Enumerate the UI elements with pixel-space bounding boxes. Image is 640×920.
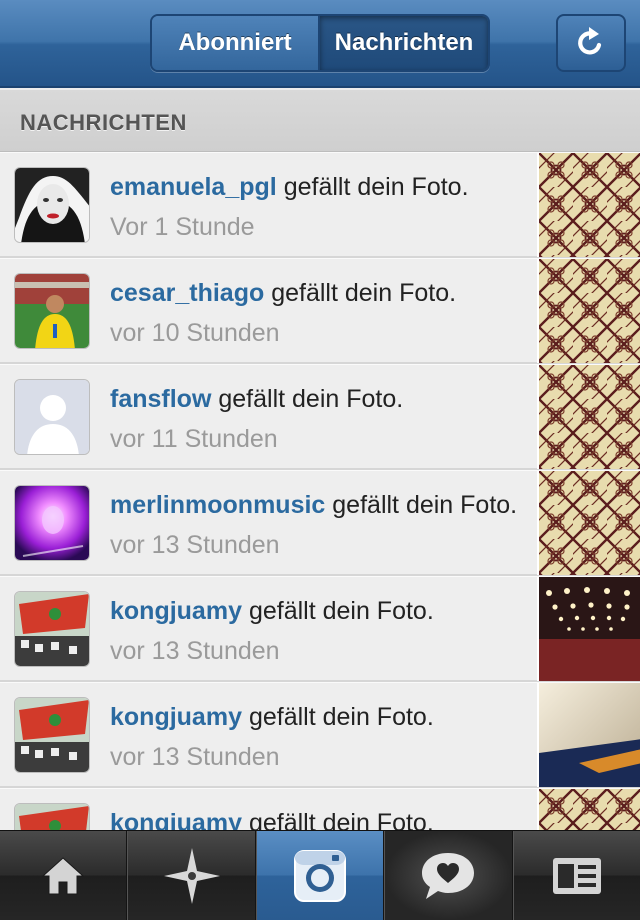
notification-list[interactable]: emanuela_pgl gefällt dein Foto. Vor 1 St… [0,152,640,830]
photo-thumbnail[interactable] [537,153,640,257]
tab-profile[interactable] [512,831,640,920]
top-navigation-bar: Abonniert Nachrichten [0,0,640,88]
photo-thumbnail[interactable] [537,365,640,469]
notification-time: vor 13 Stunden [110,637,280,665]
notification-text: kongjuamy gefällt dein Foto. vor 13 Stun… [110,697,522,777]
notification-row[interactable]: emanuela_pgl gefällt dein Foto. Vor 1 St… [0,152,640,258]
notification-action: gefällt dein Foto. [248,703,434,731]
avatar[interactable] [14,379,90,455]
username-link[interactable]: kongjuamy [110,703,242,731]
notification-time: vor 13 Stunden [110,743,280,771]
photo-thumbnail[interactable] [537,789,640,830]
notification-row[interactable]: merlinmoonmusic gefällt dein Foto. vor 1… [0,470,640,576]
notification-action: gefällt dein Foto. [248,597,434,625]
notification-text: merlinmoonmusic gefällt dein Foto. vor 1… [110,485,522,565]
feed-segmented-control: Abonniert Nachrichten [150,14,490,72]
username-link[interactable]: cesar_thiago [110,279,264,307]
notification-time: vor 13 Stunden [110,531,280,559]
notification-action: gefällt dein Foto. [271,279,457,307]
notification-text: kongjuamy gefällt dein Foto. [110,803,522,830]
segment-nachrichten[interactable]: Nachrichten [320,16,488,70]
refresh-button[interactable] [556,14,626,72]
notification-text: kongjuamy gefällt dein Foto. vor 13 Stun… [110,591,522,671]
tab-home[interactable] [0,831,128,920]
news-heart-bubble-icon [422,852,475,899]
explore-star-icon [163,847,220,904]
tab-camera[interactable] [255,831,385,920]
notification-time: vor 10 Stunden [110,319,280,347]
username-link[interactable]: fansflow [110,385,211,413]
photo-thumbnail[interactable] [537,683,640,787]
avatar[interactable] [14,591,90,667]
tab-news[interactable] [384,831,513,920]
photo-thumbnail[interactable] [537,259,640,363]
notification-row[interactable]: kongjuamy gefällt dein Foto. [0,788,640,830]
avatar[interactable] [14,803,90,830]
notification-action: gefällt dein Foto. [248,809,434,830]
username-link[interactable]: merlinmoonmusic [110,491,325,519]
notification-action: gefällt dein Foto. [218,385,404,413]
refresh-icon [578,27,602,55]
camera-icon [294,849,347,902]
photo-thumbnail[interactable] [537,471,640,575]
notification-row[interactable]: kongjuamy gefällt dein Foto. vor 13 Stun… [0,682,640,788]
username-link[interactable]: kongjuamy [110,809,242,830]
photo-thumbnail[interactable] [537,577,640,681]
notification-text: cesar_thiago gefällt dein Foto. vor 10 S… [110,273,522,353]
tab-explore[interactable] [127,831,256,920]
notification-time: Vor 1 Stunde [110,213,255,241]
profile-card-icon [552,857,601,894]
section-header: NACHRICHTEN [0,90,640,152]
section-title: NACHRICHTEN [20,110,187,135]
username-link[interactable]: emanuela_pgl [110,173,277,201]
notification-action: gefällt dein Foto. [332,491,518,519]
notification-time: vor 11 Stunden [110,425,278,453]
avatar[interactable] [14,273,90,349]
notification-row[interactable]: kongjuamy gefällt dein Foto. vor 13 Stun… [0,576,640,682]
notification-text: fansflow gefällt dein Foto. vor 11 Stund… [110,379,522,459]
home-icon [41,856,85,894]
avatar[interactable] [14,485,90,561]
segment-abonniert[interactable]: Abonniert [152,16,320,70]
notification-row[interactable]: cesar_thiago gefällt dein Foto. vor 10 S… [0,258,640,364]
notification-action: gefällt dein Foto. [283,173,469,201]
bottom-tab-bar [0,830,640,920]
username-link[interactable]: kongjuamy [110,597,242,625]
notification-row[interactable]: fansflow gefällt dein Foto. vor 11 Stund… [0,364,640,470]
avatar[interactable] [14,167,90,243]
notification-text: emanuela_pgl gefällt dein Foto. Vor 1 St… [110,167,522,247]
avatar[interactable] [14,697,90,773]
